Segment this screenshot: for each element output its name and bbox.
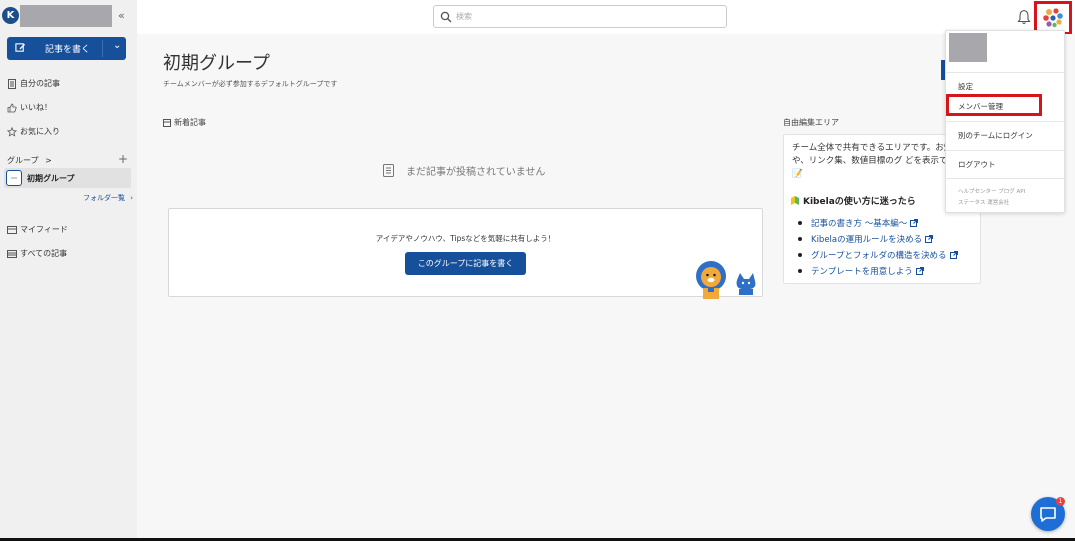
menu-divider	[946, 150, 1064, 151]
share-prompt-text: アイデアやノウハウ、Tipsなどを気軽に共有しよう！	[375, 234, 556, 243]
bullet-icon	[798, 221, 802, 225]
team-name-redacted[interactable]	[20, 5, 112, 27]
chevron-down-icon[interactable]: ⌄	[113, 40, 121, 51]
search-icon	[440, 11, 452, 23]
memo-icon: 📝	[792, 169, 803, 179]
menu-divider	[946, 72, 1064, 73]
thumbs-up-icon	[7, 103, 17, 113]
help-links-list: 記事の書き方 〜基本編〜 Kibelaの運用ルールを決める グループとフォルダの…	[798, 215, 958, 279]
sidebar-item-all-articles[interactable]: すべての記事	[7, 248, 67, 259]
pencil-icon	[15, 43, 26, 52]
menu-footer-links[interactable]: ヘルプセンター ブログ API ステータス 運営会社	[958, 187, 1025, 209]
page-title: 初期グループ	[163, 53, 270, 74]
beginner-leaf-icon	[791, 196, 799, 205]
all-articles-icon	[7, 249, 17, 259]
groups-heading[interactable]: グループ >	[7, 155, 52, 166]
sidebar-item-label: 自分の記事	[20, 79, 60, 88]
menu-divider	[946, 178, 1064, 179]
user-dropdown-menu: 設定 メンバー管理 別のチームにログイン ログアウト ヘルプセンター ブログ A…	[945, 30, 1065, 213]
bell-icon[interactable]	[1017, 9, 1031, 25]
page-subtitle: チームメンバーが必ず参加するデフォルトグループです	[163, 80, 338, 88]
write-article-label: 記事を書く	[45, 45, 91, 55]
list-icon	[163, 118, 171, 127]
sidebar-item-default-group[interactable]: 初期グループ	[4, 168, 131, 188]
sidebar-item-favorites[interactable]: お気に入り	[7, 126, 60, 137]
sidebar-item-my-articles[interactable]: 自分の記事	[7, 78, 60, 89]
external-link-icon	[910, 219, 919, 227]
help-link-item[interactable]: テンプレートを用意しよう	[798, 263, 958, 279]
avatar	[1042, 7, 1064, 29]
button-divider	[102, 40, 103, 57]
kibela-help-heading-label: Kibelaの使い方に迷ったら	[803, 197, 916, 207]
sidebar-item-my-feed[interactable]: マイフィード	[7, 224, 68, 235]
external-link-icon	[915, 267, 924, 275]
sidebar-item-label: すべての記事	[20, 249, 68, 258]
help-link-item[interactable]: グループとフォルダの構造を決める	[798, 247, 958, 263]
empty-articles-message: まだ記事が投稿されていません	[383, 163, 545, 178]
sidebar-item-likes[interactable]: いいね！	[7, 102, 52, 113]
document-icon	[7, 78, 17, 89]
external-link-icon	[925, 235, 934, 243]
new-articles-label: 新着記事	[174, 118, 206, 127]
search-input[interactable]	[456, 9, 716, 24]
kibela-logo[interactable]: K	[2, 7, 19, 24]
new-articles-heading: 新着記事	[163, 117, 206, 128]
document-icon	[383, 164, 394, 177]
sidebar-item-label: マイフィード	[20, 225, 68, 234]
user-name-redacted	[949, 33, 987, 62]
help-link-label[interactable]: テンプレートを用意しよう	[811, 265, 913, 277]
add-group-icon[interactable]: +	[118, 152, 128, 166]
footer-links-line-2[interactable]: ステータス 運営会社	[958, 198, 1025, 209]
group-icon	[6, 170, 22, 186]
chevron-right-icon: >	[45, 156, 52, 165]
write-article-button[interactable]: 記事を書く ⌄	[7, 37, 126, 60]
footer-links-line-1[interactable]: ヘルプセンター ブログ API	[958, 187, 1025, 198]
help-link-label[interactable]: グループとフォルダの構造を決める	[811, 249, 947, 261]
sidebar: K « 記事を書く ⌄ 自分の記事 いいね！ お気に入り グループ > + 初期…	[0, 0, 137, 541]
search-box[interactable]	[433, 5, 727, 28]
folder-list-label: フォルダ一覧	[83, 194, 125, 202]
folder-list-link[interactable]: フォルダ一覧 ›	[83, 193, 133, 203]
feed-icon	[7, 225, 17, 235]
chat-notification-badge: 1	[1056, 497, 1065, 506]
free-edit-area-label: 自由編集エリア	[783, 118, 839, 127]
group-item-label: 初期グループ	[27, 174, 75, 183]
sidebar-item-label: いいね！	[20, 103, 52, 112]
external-link-icon	[949, 251, 958, 259]
groups-heading-label: グループ	[7, 156, 39, 165]
bullet-icon	[798, 237, 802, 241]
sidebar-item-label: お気に入り	[20, 127, 60, 136]
bullet-icon	[798, 269, 802, 273]
help-link-item[interactable]: Kibelaの運用ルールを決める	[798, 231, 958, 247]
menu-item-settings[interactable]: 設定	[958, 81, 973, 92]
free-edit-area-heading: 自由編集エリア	[783, 117, 839, 128]
bullet-icon	[798, 253, 802, 257]
menu-item-login-other-team[interactable]: 別のチームにログイン	[958, 130, 1033, 141]
collapse-sidebar-icon[interactable]: «	[118, 9, 125, 22]
help-link-item[interactable]: 記事の書き方 〜基本編〜	[798, 215, 958, 231]
member-management-highlight	[946, 94, 1042, 116]
share-prompt-card: アイデアやノウハウ、Tipsなどを気軽に共有しよう！ このグループに記事を書く	[168, 208, 763, 299]
star-icon	[7, 126, 17, 137]
mascot-illustration	[696, 261, 756, 299]
help-link-label[interactable]: 記事の書き方 〜基本編〜	[811, 217, 907, 229]
help-link-label[interactable]: Kibelaの運用ルールを決める	[811, 233, 922, 245]
menu-item-logout[interactable]: ログアウト	[958, 159, 996, 170]
menu-divider	[946, 121, 1064, 122]
kibela-help-heading: Kibelaの使い方に迷ったら	[790, 194, 916, 207]
write-in-group-button[interactable]: このグループに記事を書く	[405, 252, 526, 275]
empty-message-text: まだ記事が投稿されていません	[406, 167, 546, 178]
chevron-right-icon: ›	[130, 194, 134, 202]
